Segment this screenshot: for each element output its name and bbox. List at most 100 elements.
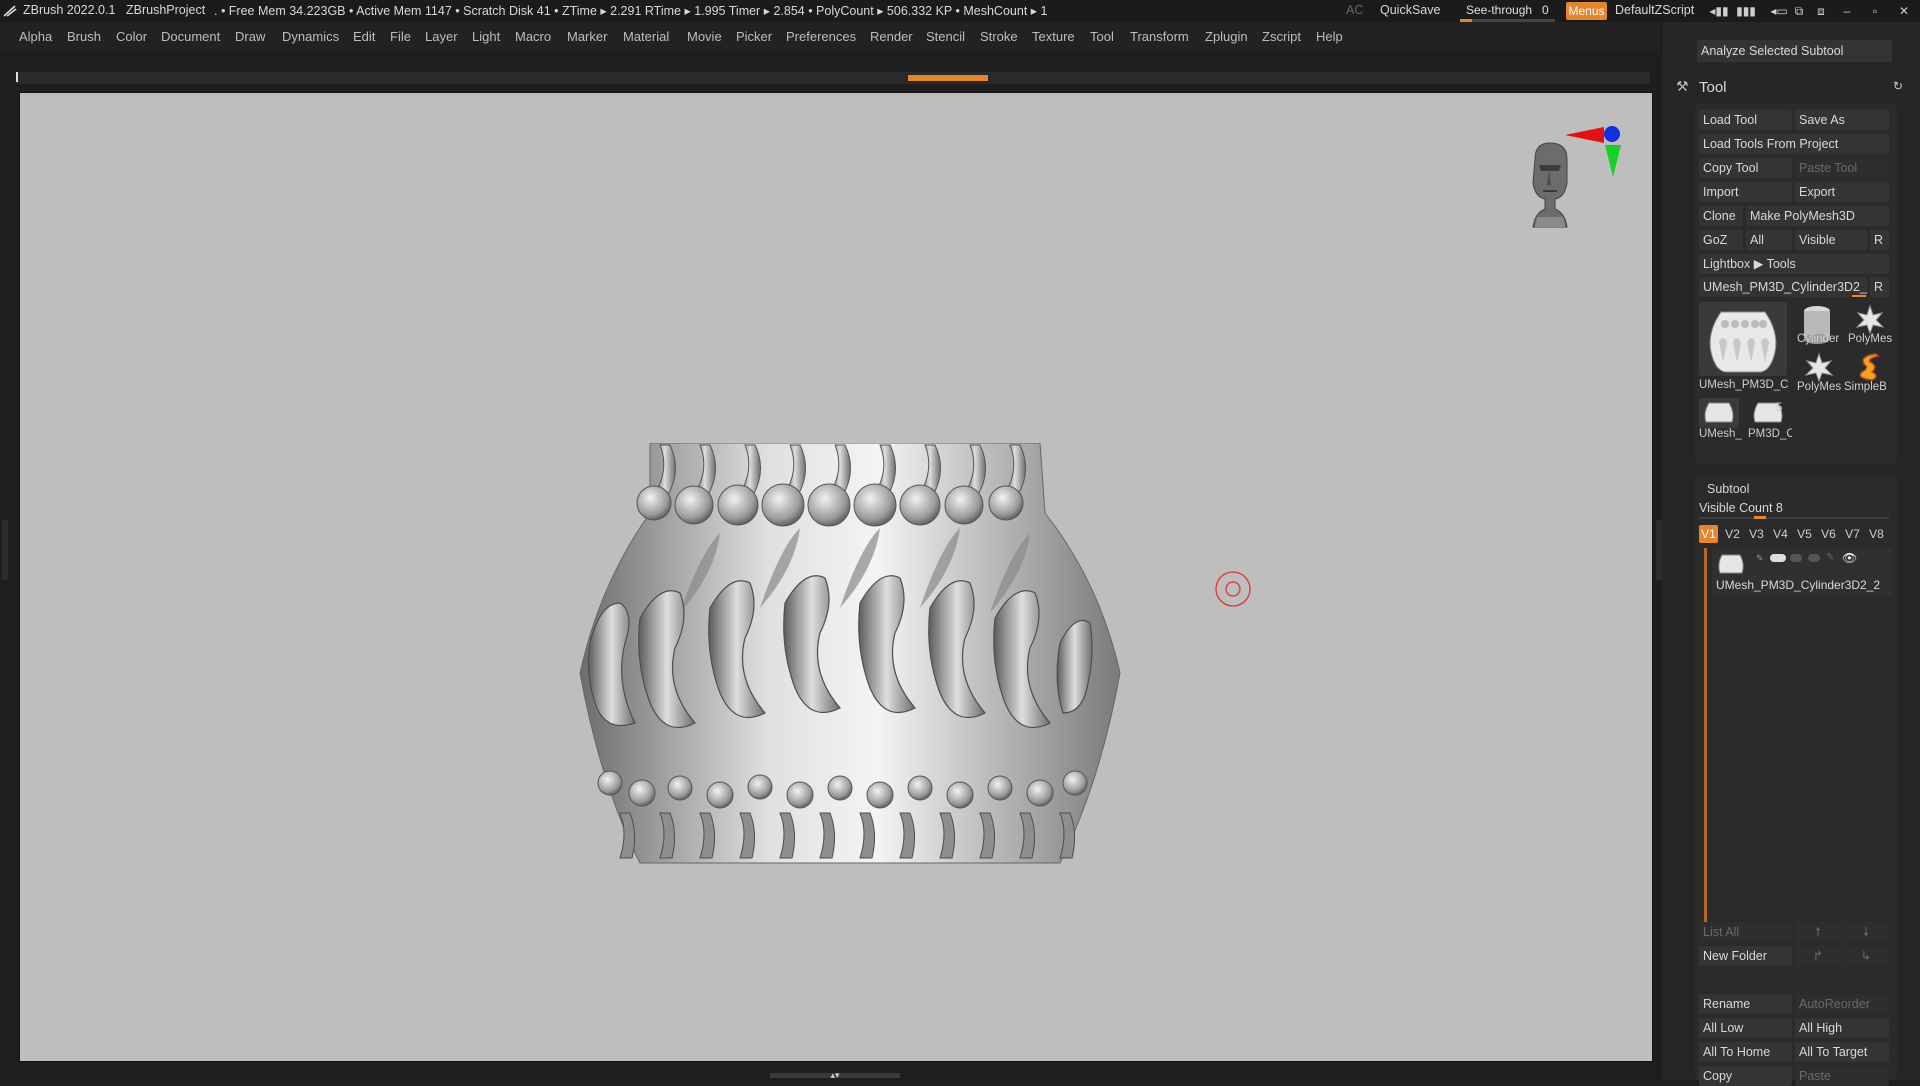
goz-r-button[interactable]: R: [1870, 230, 1889, 250]
tab-v3[interactable]: V3: [1747, 525, 1766, 543]
menu-dynamics[interactable]: Dynamics: [282, 29, 339, 44]
folder-up-icon[interactable]: ↱: [1795, 946, 1841, 966]
layout-icon-1[interactable]: ◂▮▮: [1708, 2, 1730, 20]
subtool-brush-icon[interactable]: ✎: [1756, 553, 1764, 564]
analyze-subtool-button[interactable]: Analyze Selected Subtool: [1697, 40, 1892, 62]
menu-file[interactable]: File: [390, 29, 411, 44]
move-down-icon[interactable]: 🠗: [1843, 922, 1889, 942]
paste-tool-button[interactable]: Paste Tool: [1795, 158, 1889, 178]
subtool-pen-icon[interactable]: ✎: [1826, 552, 1834, 563]
subtool-toggle-icon[interactable]: [1770, 554, 1786, 562]
subtool-visibility-eye-icon[interactable]: 👁: [1842, 551, 1857, 565]
subtool-mask-icon[interactable]: [1808, 554, 1820, 562]
visible-count-slider[interactable]: Visible Count 8: [1699, 500, 1889, 519]
window-layout-icon[interactable]: ⧉: [1788, 2, 1810, 20]
save-as-button[interactable]: Save As: [1795, 110, 1889, 130]
minimize-icon[interactable]: –: [1836, 2, 1858, 20]
menu-transform[interactable]: Transform: [1130, 29, 1189, 44]
goz-visible-button[interactable]: Visible: [1795, 230, 1867, 250]
copy-tool-button[interactable]: Copy Tool: [1699, 158, 1792, 178]
menu-render[interactable]: Render: [870, 29, 913, 44]
menu-zplugin[interactable]: Zplugin: [1205, 29, 1248, 44]
canvas-viewport[interactable]: [19, 92, 1653, 1062]
make-polymesh3d-button[interactable]: Make PolyMesh3D: [1746, 206, 1889, 226]
x-axis-arrow[interactable]: [1565, 127, 1604, 143]
paste-button[interactable]: Paste: [1795, 1066, 1889, 1086]
timeline-active-marker[interactable]: [908, 75, 988, 81]
expand-arrows-icon[interactable]: ▴▾: [822, 1070, 848, 1080]
autoreorder-button[interactable]: AutoReorder: [1795, 994, 1889, 1014]
y-axis-arrow[interactable]: [1605, 145, 1621, 177]
menu-zscript[interactable]: Zscript: [1262, 29, 1301, 44]
close-icon[interactable]: ✕: [1893, 2, 1915, 20]
rename-button[interactable]: Rename: [1699, 994, 1792, 1014]
load-tools-from-project-button[interactable]: Load Tools From Project: [1699, 134, 1889, 154]
navigation-gizmo[interactable]: [1525, 113, 1645, 253]
all-to-target-button[interactable]: All To Target: [1795, 1042, 1889, 1062]
menu-stroke[interactable]: Stroke: [980, 29, 1018, 44]
menu-brush[interactable]: Brush: [67, 29, 101, 44]
all-low-button[interactable]: All Low: [1699, 1018, 1792, 1038]
menu-color[interactable]: Color: [116, 29, 147, 44]
move-up-icon[interactable]: 🠕: [1795, 922, 1841, 942]
window-restore-icon[interactable]: ⧈: [1810, 2, 1832, 20]
tool-thumb-umesh-small[interactable]: [1699, 398, 1739, 428]
menu-movie[interactable]: Movie: [687, 29, 722, 44]
see-through-slider[interactable]: See-through 0: [1460, 3, 1555, 22]
bottom-tray-handle[interactable]: ▴▾: [770, 1070, 900, 1080]
menu-document[interactable]: Document: [161, 29, 220, 44]
subtool-item[interactable]: ✎ ✎ 👁 UMesh_PM3D_Cylinder3D2_2: [1712, 548, 1892, 596]
current-tool-slider[interactable]: UMesh_PM3D_Cylinder3D2_2: [1699, 277, 1867, 297]
goz-all-button[interactable]: All: [1746, 230, 1792, 250]
z-axis-sphere[interactable]: [1604, 126, 1620, 142]
tool-thumb-simplebrush[interactable]: [1848, 350, 1892, 382]
menu-alpha[interactable]: Alpha: [19, 29, 52, 44]
tab-v8[interactable]: V8: [1867, 525, 1886, 543]
list-all-button[interactable]: List All: [1699, 922, 1792, 942]
layout-icon-3[interactable]: ◂▭: [1768, 2, 1790, 20]
left-tray-handle[interactable]: [2, 520, 8, 580]
layout-icon-2[interactable]: ▮▮▮: [1733, 2, 1759, 20]
menu-macro[interactable]: Macro: [515, 29, 551, 44]
goz-button[interactable]: GoZ: [1699, 230, 1743, 250]
tool-thumb-cylinder[interactable]: [1797, 302, 1841, 358]
maximize-icon[interactable]: ▫: [1864, 2, 1886, 20]
head-orientation-icon[interactable]: [1532, 142, 1568, 228]
timeline-track[interactable]: [16, 72, 1650, 84]
tab-v4[interactable]: V4: [1771, 525, 1790, 543]
current-tool-r-button[interactable]: R: [1870, 277, 1889, 297]
menu-help[interactable]: Help: [1316, 29, 1343, 44]
tab-v1[interactable]: V1: [1699, 525, 1718, 543]
menu-light[interactable]: Light: [472, 29, 500, 44]
menu-preferences[interactable]: Preferences: [786, 29, 856, 44]
menu-material[interactable]: Material: [623, 29, 669, 44]
menu-tool[interactable]: Tool: [1090, 29, 1114, 44]
new-folder-button[interactable]: New Folder: [1699, 946, 1792, 966]
tab-v5[interactable]: V5: [1795, 525, 1814, 543]
lightbox-tools-button[interactable]: Lightbox ▶ Tools: [1699, 254, 1889, 274]
menu-stencil[interactable]: Stencil: [926, 29, 965, 44]
menu-picker[interactable]: Picker: [736, 29, 772, 44]
tab-v7[interactable]: V7: [1843, 525, 1862, 543]
tool-thumb-polymesh-1[interactable]: [1848, 304, 1892, 335]
menus-toggle-button[interactable]: Menus: [1566, 2, 1607, 20]
copy-button[interactable]: Copy: [1699, 1066, 1792, 1086]
refresh-icon[interactable]: ↻: [1893, 79, 1903, 93]
tab-v2[interactable]: V2: [1723, 525, 1742, 543]
sculpted-vase-model[interactable]: [570, 443, 1130, 873]
menu-marker[interactable]: Marker: [567, 29, 607, 44]
tool-thumb-polymesh-2[interactable]: [1797, 352, 1841, 383]
quicksave-button[interactable]: QuickSave: [1380, 3, 1440, 17]
menu-texture[interactable]: Texture: [1032, 29, 1075, 44]
tool-thumb-main[interactable]: [1699, 302, 1787, 376]
menu-edit[interactable]: Edit: [353, 29, 375, 44]
clone-button[interactable]: Clone: [1699, 206, 1743, 226]
subtool-polypaint-icon[interactable]: [1790, 554, 1802, 562]
subtool-list-scrollbar[interactable]: [1704, 548, 1707, 928]
folder-down-icon[interactable]: ↳: [1843, 946, 1889, 966]
all-high-button[interactable]: All High: [1795, 1018, 1889, 1038]
import-button[interactable]: Import: [1699, 182, 1792, 202]
load-tool-button[interactable]: Load Tool: [1699, 110, 1792, 130]
all-to-home-button[interactable]: All To Home: [1699, 1042, 1792, 1062]
default-zscript-button[interactable]: DefaultZScript: [1615, 3, 1694, 17]
